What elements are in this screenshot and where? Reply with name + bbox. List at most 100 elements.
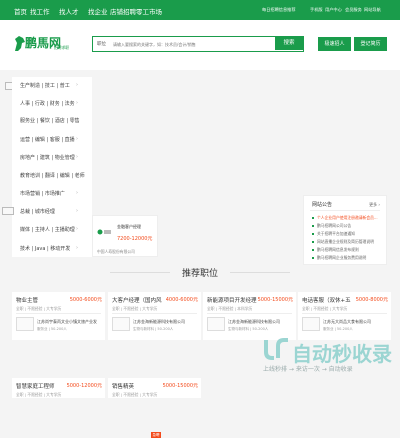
- quick-hire-button[interactable]: 极速招人: [318, 37, 351, 51]
- category-item[interactable]: 服务业 | 餐饮 | 酒店 | 零售: [20, 117, 80, 124]
- job-company[interactable]: 江苏金海新能源科技有限公司: [133, 319, 185, 325]
- chevron-right-icon: ›: [76, 82, 78, 88]
- category-item[interactable]: 技术 | Java | 移动开发: [20, 245, 70, 252]
- section-title: 推荐职位: [181, 269, 218, 279]
- job-requirements: 全职 | 不限经验 | 大专学历: [16, 392, 62, 397]
- notice-item[interactable]: 网站直播企业规则及简历管理说明: [312, 239, 374, 245]
- job-company-info: 生物与新材料 | 50-200人: [133, 327, 174, 331]
- notice-more-link[interactable]: 更多 ›: [369, 202, 380, 208]
- bullet-icon: [312, 225, 314, 227]
- category-item[interactable]: 媒体 | 主持人 | 主播助理: [20, 226, 75, 233]
- job-requirements: 全职 | 不限经验 | 大专学历: [302, 306, 348, 311]
- notice-item[interactable]: 鹏马招聘网信息发布规则: [312, 247, 359, 253]
- nav-find-job[interactable]: 找工作: [30, 6, 50, 16]
- job-title: 电话客服（双休+五: [302, 298, 351, 304]
- category-item[interactable]: 房地产 | 建筑 | 物业管理: [20, 154, 75, 161]
- divider: [112, 313, 197, 314]
- bullet-icon: [312, 249, 314, 251]
- bullet-icon: [312, 217, 314, 219]
- job-title: 物业主管: [16, 298, 39, 304]
- card-company: 中国人寿股份有限公司: [97, 249, 135, 254]
- broken-image: [2, 207, 14, 215]
- logo-subtitle: 招聘求职: [54, 45, 70, 50]
- member-service-link[interactable]: 会员服务: [345, 7, 362, 13]
- chevron-right-icon: ›: [76, 100, 78, 106]
- notice-item[interactable]: 关于招聘平台加速通知: [312, 231, 355, 237]
- chevron-right-icon: ›: [76, 226, 78, 232]
- job-card[interactable]: 销售精英 5000-15000元 全职 | 不限经验 | 大专学历: [108, 378, 201, 398]
- chevron-right-icon: ›: [76, 117, 78, 123]
- notice-panel: 网站公告 更多 › 个人企业用户使用注册邀请新会员... 鹏马招聘网公司公告 关…: [303, 195, 387, 265]
- nav-home[interactable]: 首页: [14, 6, 27, 16]
- company-logo-icon: [97, 229, 111, 235]
- site-logo[interactable]: 鹏馬网 招聘求职: [13, 33, 73, 55]
- company-logo-icon: [16, 317, 34, 331]
- category-item[interactable]: 生产制造 | 技工 | 普工: [20, 82, 70, 89]
- job-company-info: 生物与新材料 | 50-200人: [228, 327, 269, 331]
- job-card[interactable]: 电话客服（双休+五 5000-8000元 全职 | 不限经验 | 大专学历 江苏…: [298, 292, 391, 340]
- category-item[interactable]: 运营 | 编辑 | 客服 | 直播: [20, 136, 75, 143]
- category-item[interactable]: 人事 | 行政 | 财务 | 法务: [20, 100, 75, 107]
- bullet-icon: [312, 233, 314, 235]
- company-logo-icon: [207, 317, 225, 331]
- urgent-badge: 急聘: [151, 432, 161, 438]
- notice-item[interactable]: 鹏马招聘网企业服务费用说明: [312, 255, 366, 261]
- job-title: 销售精英: [112, 384, 135, 390]
- divider: [302, 313, 387, 314]
- job-salary: 5000-6000元: [69, 297, 102, 303]
- user-center-link[interactable]: 用户中心: [325, 7, 342, 13]
- job-company[interactable]: 江苏无大尚品大食有限公司: [323, 319, 371, 325]
- job-requirements: 全职 | 不限经验 | 大专学历: [16, 306, 62, 311]
- divider: [230, 272, 290, 273]
- category-item[interactable]: 总裁 | 城市经理: [20, 208, 55, 215]
- nav-find-talent[interactable]: 找人才: [59, 6, 79, 16]
- notice-item[interactable]: 鹏马招聘网公司公告: [312, 223, 351, 229]
- search-type-select[interactable]: 职位: [97, 41, 106, 47]
- watermark-text: 自动秒收录: [292, 342, 392, 366]
- nav-find-company[interactable]: 找企业: [88, 6, 108, 16]
- job-salary: 5000-15000元: [257, 297, 293, 303]
- divider: [16, 313, 101, 314]
- watermark-subtext: 上线秒排 → 来访一次 → 自动收录: [263, 366, 353, 373]
- job-card[interactable]: 大客户经理（国内风 4000-6000元 全职 | 不限经验 | 大专学历 江苏…: [108, 292, 201, 340]
- nav-store-recruit[interactable]: 店铺招聘: [110, 6, 136, 16]
- chevron-right-icon: ›: [76, 172, 78, 178]
- divider: [207, 313, 292, 314]
- search-button[interactable]: 搜索: [275, 37, 303, 50]
- chevron-right-icon: ›: [76, 136, 78, 142]
- job-company-info: 服务业 | 50-200人: [323, 327, 353, 331]
- job-card[interactable]: 智慧家庭工程师 5000-12000元 全职 | 不限经验 | 大专学历: [12, 378, 105, 398]
- search-input[interactable]: [113, 39, 268, 49]
- job-requirements: 全职 | 不限经验 | 本科学历: [207, 306, 253, 311]
- notice-item[interactable]: 个人企业用户使用注册邀请新会员...: [312, 215, 378, 221]
- card-salary: 7200-12000元: [117, 236, 153, 242]
- top-nav-bar: 首页 找工作 找人才 找企业 店铺招聘 零工市场 每日招聘信息推荐 手机版 用户…: [0, 0, 400, 20]
- bullet-icon: [312, 257, 314, 259]
- job-card[interactable]: 新能源项目开发经理 5000-15000元 全职 | 不限经验 | 本科学历 江…: [203, 292, 296, 340]
- job-company[interactable]: 江苏尚宇泰丙文业小镇文旅产业发: [37, 319, 97, 325]
- chevron-right-icon: ›: [76, 190, 78, 196]
- site-nav-link[interactable]: 网站导航: [364, 7, 381, 13]
- job-salary: 5000-8000元: [355, 297, 388, 303]
- bullet-icon: [312, 241, 314, 243]
- watermark: 自动秒收录 上线秒排 → 来访一次 → 自动收录: [258, 336, 400, 376]
- notice-title: 网站公告: [312, 202, 333, 208]
- daily-recommend-link[interactable]: 每日招聘信息推荐: [262, 7, 296, 13]
- job-salary: 4000-6000元: [165, 297, 198, 303]
- category-sidebar: 生产制造 | 技工 | 普工 › 人事 | 行政 | 财务 | 法务 › 服务业…: [12, 77, 92, 257]
- category-item[interactable]: 教育培训 | 翻译 | 编辑 | 老师: [20, 172, 85, 179]
- nav-gig-market[interactable]: 零工市场: [136, 6, 162, 16]
- category-item[interactable]: 市场营销 | 市场推广: [20, 190, 65, 197]
- job-salary: 5000-12000元: [66, 383, 102, 389]
- job-company[interactable]: 江苏金海新能源科技有限公司: [228, 319, 280, 325]
- job-title: 新能源项目开发经理: [207, 298, 257, 304]
- job-company-info: 服务业 | 50-200人: [37, 327, 67, 331]
- job-salary: 5000-15000元: [162, 383, 198, 389]
- chevron-right-icon: ›: [76, 208, 78, 214]
- company-logo-icon: [302, 317, 320, 331]
- card-job-title: 金融客户经理: [117, 224, 141, 229]
- featured-job-card[interactable]: 金融客户经理 7200-12000元 中国人寿股份有限公司 急聘: [92, 215, 161, 438]
- job-card[interactable]: 物业主管 5000-6000元 全职 | 不限经验 | 大专学历 江苏尚宇泰丙文…: [12, 292, 105, 340]
- register-resume-button[interactable]: 登记简历: [354, 37, 387, 51]
- mobile-link[interactable]: 手机版: [310, 7, 323, 13]
